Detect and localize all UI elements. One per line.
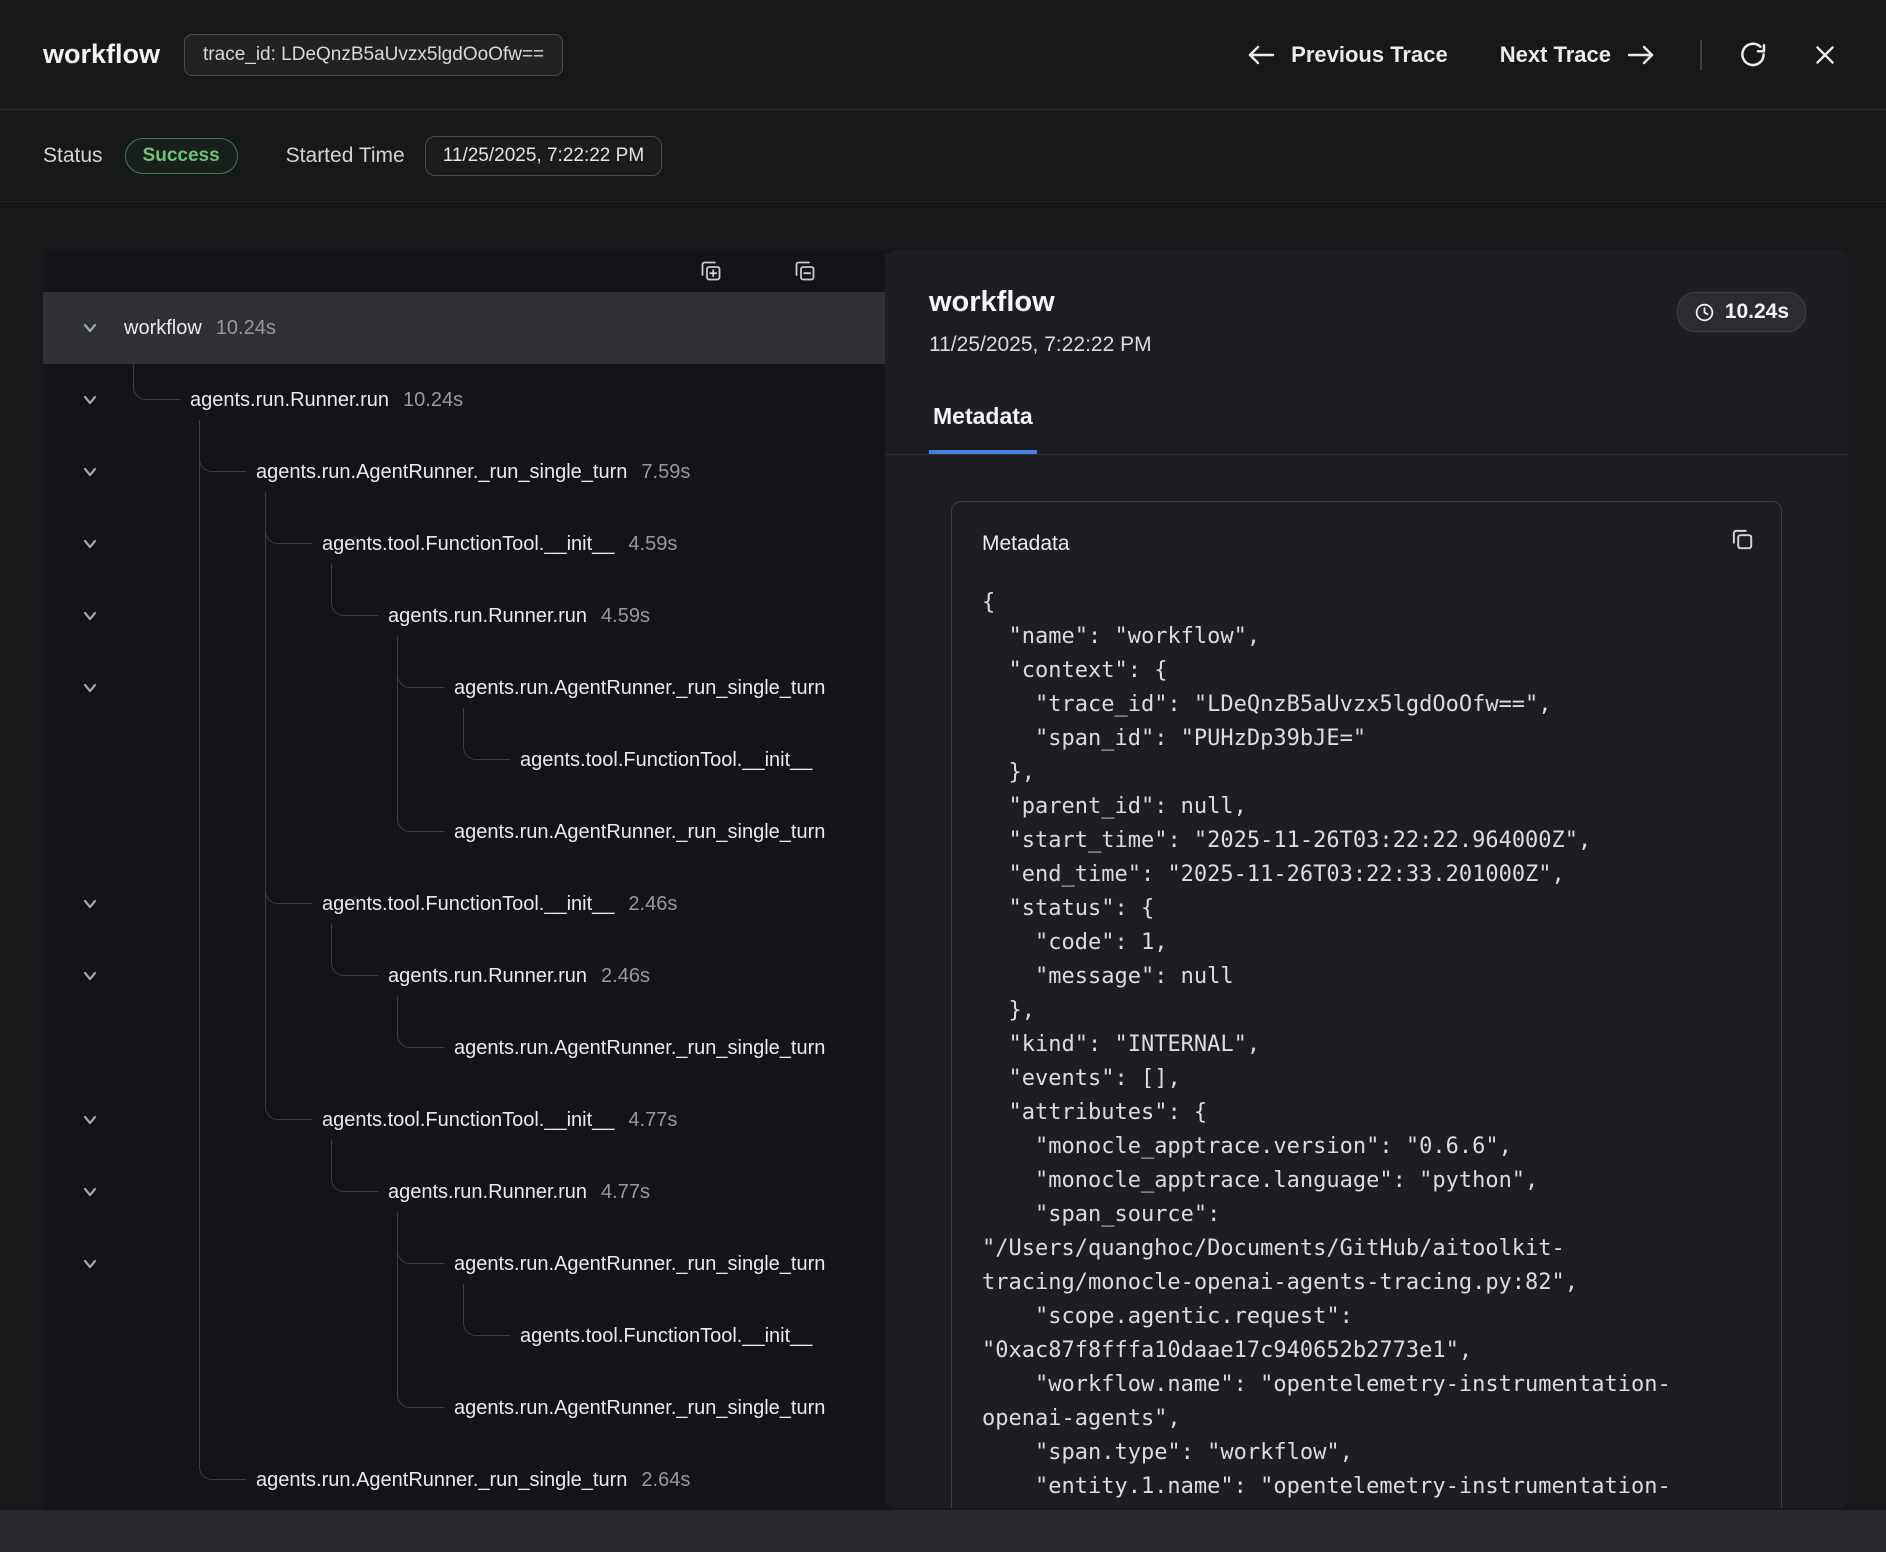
- tree-row[interactable]: agents.tool.FunctionTool.__init__ 4.77s: [43, 1084, 905, 1156]
- arrow-left-icon: [1246, 43, 1276, 67]
- tree-row[interactable]: agents.run.Runner.run 4.59s: [43, 580, 905, 652]
- tree-row[interactable]: agents.run.AgentRunner._run_single_turn: [43, 796, 905, 868]
- next-trace-button[interactable]: Next Trace: [1500, 42, 1656, 68]
- span-duration: 7.59s: [641, 461, 690, 484]
- started-time-value: 11/25/2025, 7:22:22 PM: [425, 136, 662, 176]
- metadata-card: Metadata { "name": "workflow", "context"…: [951, 501, 1782, 1508]
- span-duration: 4.77s: [628, 1109, 677, 1132]
- chevron-down-icon[interactable]: [79, 461, 101, 483]
- span-duration: 4.59s: [628, 533, 677, 556]
- clock-icon: [1694, 302, 1715, 323]
- collapse-all-button[interactable]: [793, 259, 817, 283]
- span-label: agents.run.AgentRunner._run_single_turn: [454, 1037, 825, 1060]
- tree-toolbar: [43, 250, 905, 292]
- span-label: agents.run.Runner.run: [388, 1181, 587, 1204]
- collapse-all-icon: [793, 259, 817, 283]
- metadata-json: { "name": "workflow", "context": { "trac…: [982, 586, 1750, 1504]
- chevron-down-icon[interactable]: [79, 893, 101, 915]
- status-badge: Success: [125, 138, 238, 174]
- tree-row[interactable]: agents.run.Runner.run 10.24s: [43, 364, 905, 436]
- detail-tabs: Metadata: [885, 385, 1848, 455]
- tree-row[interactable]: agents.run.AgentRunner._run_single_turn: [43, 652, 905, 724]
- status-bar: Status Success Started Time 11/25/2025, …: [0, 110, 1886, 202]
- tree-row[interactable]: agents.tool.FunctionTool.__init__: [43, 724, 905, 796]
- tree-row[interactable]: agents.run.AgentRunner._run_single_turn: [43, 1228, 905, 1300]
- span-duration: 10.24s: [216, 317, 276, 340]
- refresh-icon: [1738, 40, 1768, 70]
- header: workflow trace_id: LDeQnzB5aUvzx5lgdOoOf…: [0, 0, 1886, 110]
- tree-row[interactable]: agents.run.AgentRunner._run_single_turn: [43, 1372, 905, 1444]
- span-label: agents.tool.FunctionTool.__init__: [322, 533, 614, 556]
- previous-trace-label: Previous Trace: [1291, 42, 1448, 68]
- span-timestamp: 11/25/2025, 7:22:22 PM: [929, 333, 1804, 357]
- span-duration: 2.46s: [628, 893, 677, 916]
- duration-badge: 10.24s: [1677, 292, 1806, 332]
- tree-row[interactable]: agents.tool.FunctionTool.__init__ 2.46s: [43, 868, 905, 940]
- span-title: workflow: [929, 286, 1804, 319]
- span-label: agents.run.Runner.run: [388, 965, 587, 988]
- span-label: agents.tool.FunctionTool.__init__: [520, 749, 812, 772]
- tree-row[interactable]: agents.run.AgentRunner._run_single_turn 7…: [43, 436, 905, 508]
- page-title: workflow: [43, 39, 160, 70]
- previous-trace-button[interactable]: Previous Trace: [1246, 42, 1448, 68]
- span-label: agents.run.AgentRunner._run_single_turn: [454, 1253, 825, 1276]
- span-label: agents.tool.FunctionTool.__init__: [520, 1325, 812, 1348]
- tree-row[interactable]: agents.run.Runner.run 2.46s: [43, 940, 905, 1012]
- tree-row[interactable]: agents.tool.FunctionTool.__init__: [43, 1300, 905, 1372]
- duration-value: 10.24s: [1725, 300, 1789, 324]
- span-label: workflow: [124, 317, 202, 340]
- chevron-down-icon[interactable]: [79, 389, 101, 411]
- span-label: agents.run.Runner.run: [388, 605, 587, 628]
- refresh-button[interactable]: [1738, 40, 1768, 70]
- close-icon: [1812, 42, 1838, 68]
- expand-all-button[interactable]: [699, 259, 723, 283]
- span-label: agents.run.AgentRunner._run_single_turn: [454, 677, 825, 700]
- trace-id-pill: trace_id: LDeQnzB5aUvzx5lgdOoOfw==: [184, 34, 563, 76]
- chevron-down-icon[interactable]: [79, 1109, 101, 1131]
- tree-row[interactable]: agents.run.AgentRunner._run_single_turn: [43, 1012, 905, 1084]
- horizontal-scrollbar[interactable]: [0, 1510, 1886, 1552]
- span-duration: 4.77s: [601, 1181, 650, 1204]
- next-trace-label: Next Trace: [1500, 42, 1611, 68]
- chevron-down-icon[interactable]: [79, 677, 101, 699]
- tree-row[interactable]: agents.run.Runner.run 4.77s: [43, 1156, 905, 1228]
- copy-icon: [1729, 526, 1755, 552]
- tree-row[interactable]: agents.run.AgentRunner._run_single_turn 2…: [43, 1444, 905, 1508]
- tab-metadata[interactable]: Metadata: [929, 385, 1037, 454]
- span-duration: 10.24s: [403, 389, 463, 412]
- header-divider: [1700, 40, 1702, 70]
- span-label: agents.run.AgentRunner._run_single_turn: [454, 821, 825, 844]
- chevron-down-icon[interactable]: [79, 965, 101, 987]
- span-label: agents.run.AgentRunner._run_single_turn: [454, 1397, 825, 1420]
- arrow-right-icon: [1626, 43, 1656, 67]
- detail-header: workflow 11/25/2025, 7:22:22 PM 10.24s: [885, 250, 1848, 385]
- copy-button[interactable]: [1729, 526, 1755, 555]
- span-duration: 2.46s: [601, 965, 650, 988]
- chevron-down-icon[interactable]: [79, 317, 101, 339]
- trace-tree: workflow 10.24s agents.run.Runner.run 10.24…: [43, 292, 905, 1508]
- chevron-down-icon[interactable]: [79, 605, 101, 627]
- span-label: agents.run.AgentRunner._run_single_turn: [256, 1469, 627, 1492]
- tree-row[interactable]: workflow 10.24s: [43, 292, 905, 364]
- tree-row[interactable]: agents.tool.FunctionTool.__init__ 4.59s: [43, 508, 905, 580]
- span-detail-panel: workflow 11/25/2025, 7:22:22 PM 10.24s M…: [885, 250, 1848, 1508]
- chevron-down-icon[interactable]: [79, 533, 101, 555]
- started-time-label: Started Time: [286, 144, 405, 168]
- span-label: agents.tool.FunctionTool.__init__: [322, 893, 614, 916]
- span-duration: 4.59s: [601, 605, 650, 628]
- span-label: agents.run.AgentRunner._run_single_turn: [256, 461, 627, 484]
- metadata-card-title: Metadata: [982, 532, 1751, 556]
- chevron-down-icon[interactable]: [79, 1181, 101, 1203]
- span-duration: 2.64s: [641, 1469, 690, 1492]
- trace-viewer: workflow trace_id: LDeQnzB5aUvzx5lgdOoOf…: [0, 0, 1886, 1552]
- expand-all-icon: [699, 259, 723, 283]
- span-label: agents.run.Runner.run: [190, 389, 389, 412]
- trace-tree-panel: workflow 10.24s agents.run.Runner.run 10.24…: [43, 250, 905, 1508]
- status-label: Status: [43, 144, 103, 168]
- span-label: agents.tool.FunctionTool.__init__: [322, 1109, 614, 1132]
- chevron-down-icon[interactable]: [79, 1253, 101, 1275]
- close-button[interactable]: [1812, 42, 1838, 68]
